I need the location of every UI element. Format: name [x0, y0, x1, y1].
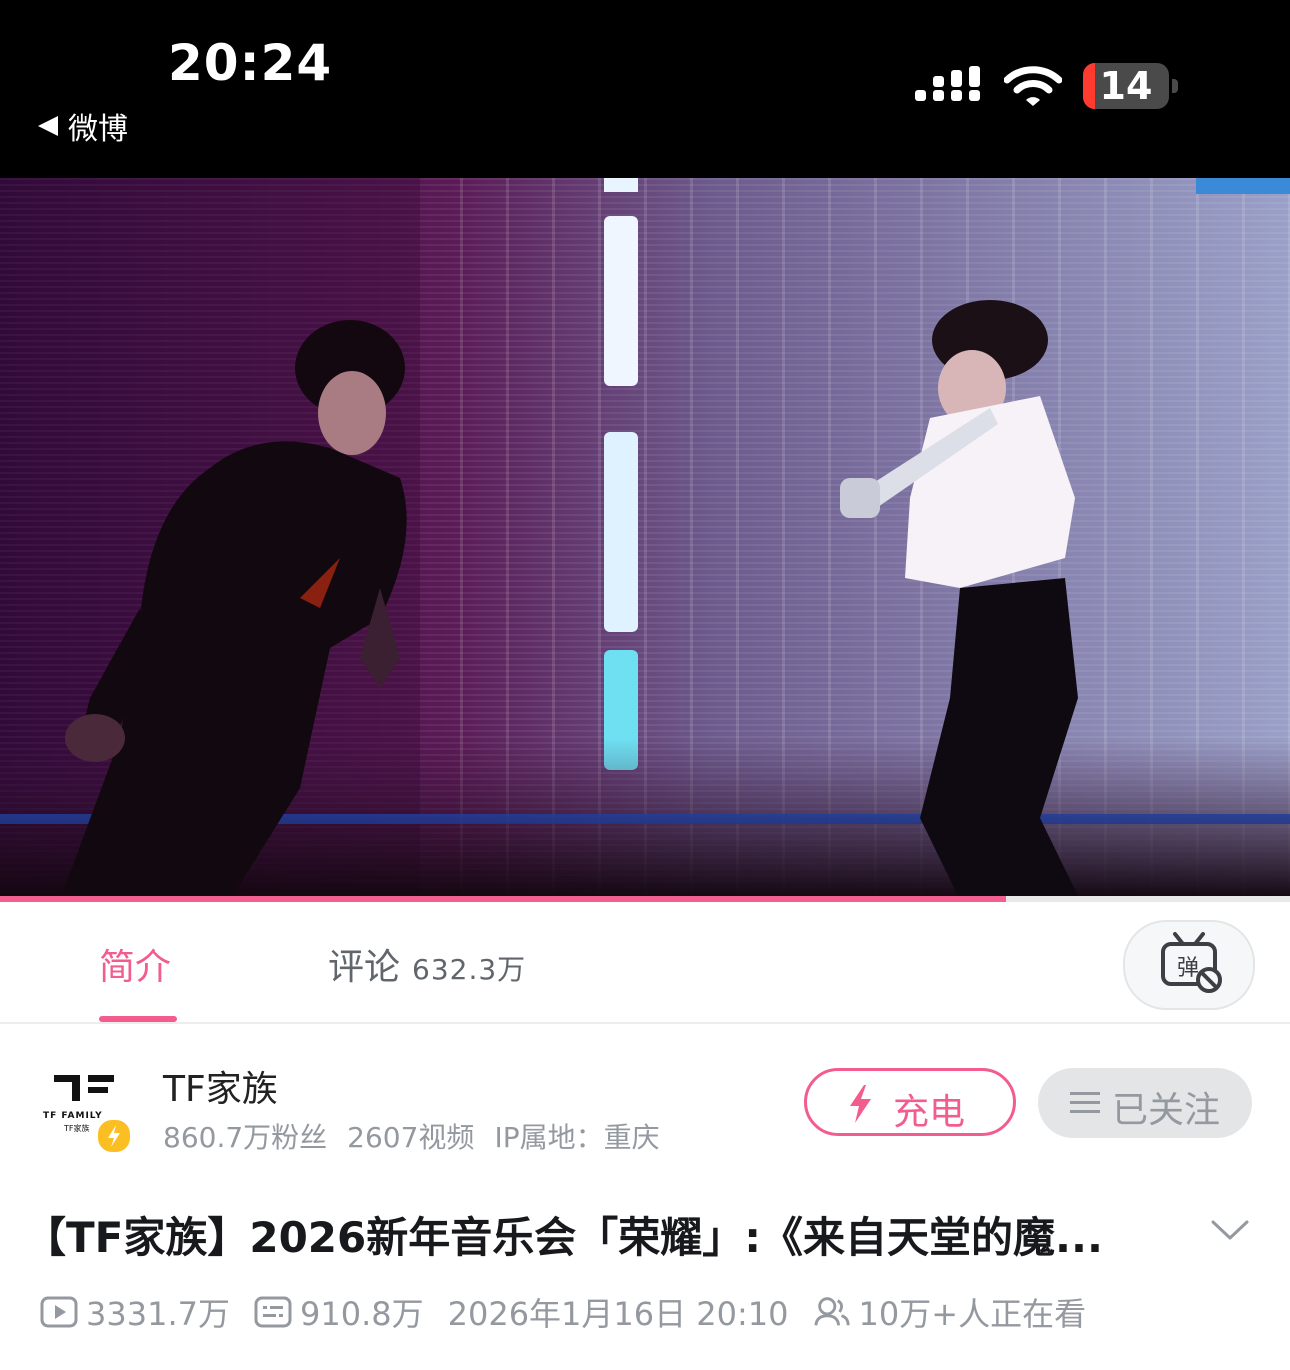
charge-button-label: 充电	[893, 1092, 966, 1133]
uploader-videos: 2607视频	[347, 1121, 475, 1154]
svg-text:弹: 弹	[1177, 956, 1199, 981]
danmaku-off-icon: 弹	[1161, 932, 1222, 993]
verified-badge-icon	[96, 1118, 132, 1154]
tab-comments-label: 评论	[328, 947, 401, 988]
watching-now: 10万+人正在看	[858, 1295, 1087, 1333]
video-meta-row: 3331.7万 910.8万 2026年1月16日 20:10 10万+人正在看	[40, 1290, 1110, 1334]
danmaku-toggle-button[interactable]: 弹	[1123, 920, 1255, 1010]
cellular-signal-icon	[915, 66, 980, 101]
uploader-ip-location: IP属地：重庆	[494, 1121, 660, 1154]
tab-comments-count: 632.3万	[412, 953, 527, 986]
avatar-logo-subtext: TF家族	[64, 1124, 90, 1133]
active-tab-indicator	[99, 1016, 177, 1022]
danmaku-count-icon	[254, 1296, 292, 1328]
play-count-icon	[40, 1296, 78, 1328]
battery-indicator: 14	[1083, 63, 1179, 109]
charge-button[interactable]: 充电	[804, 1068, 1016, 1136]
tab-bar: 简介 评论 632.3万	[0, 902, 1290, 1024]
back-app-label: 微博	[68, 112, 128, 147]
follow-button-label: 已关注	[1112, 1090, 1221, 1131]
chevron-down-icon[interactable]	[1210, 1218, 1250, 1242]
tab-comments[interactable]: 评论 632.3万	[328, 938, 526, 990]
tab-intro[interactable]: 简介	[99, 938, 171, 990]
back-to-app-link[interactable]: 微博	[38, 104, 128, 148]
publish-time: 2026年1月16日 20:10	[447, 1295, 789, 1333]
viewers-icon	[813, 1297, 850, 1326]
follow-button[interactable]: 已关注	[1038, 1068, 1252, 1138]
danmaku-count: 910.8万	[299, 1295, 424, 1333]
battery-level: 14	[1099, 64, 1153, 108]
lightning-bolt-icon	[850, 1085, 871, 1123]
uploader-name[interactable]: TF家族	[163, 1060, 278, 1112]
wifi-icon	[1004, 66, 1062, 106]
view-count: 3331.7万	[86, 1295, 230, 1333]
menu-lines-icon	[1070, 1092, 1100, 1113]
video-title: 【TF家族】2026新年音乐会「荣耀」:《来自天堂的魔...	[24, 1213, 1103, 1262]
video-player[interactable]	[0, 178, 1290, 900]
uploader-fans: 860.7万粉丝	[163, 1121, 328, 1154]
status-bar: 20:24 微博 14	[0, 0, 1290, 178]
tf-family-logo	[54, 1075, 114, 1101]
video-frame	[0, 178, 1290, 900]
status-time: 20:24	[168, 34, 333, 92]
avatar-logo-text: TF FAMILY	[43, 1111, 103, 1121]
uploader-stats: 860.7万粉丝 2607视频 IP属地：重庆	[163, 1116, 680, 1156]
back-triangle-icon	[38, 116, 58, 136]
